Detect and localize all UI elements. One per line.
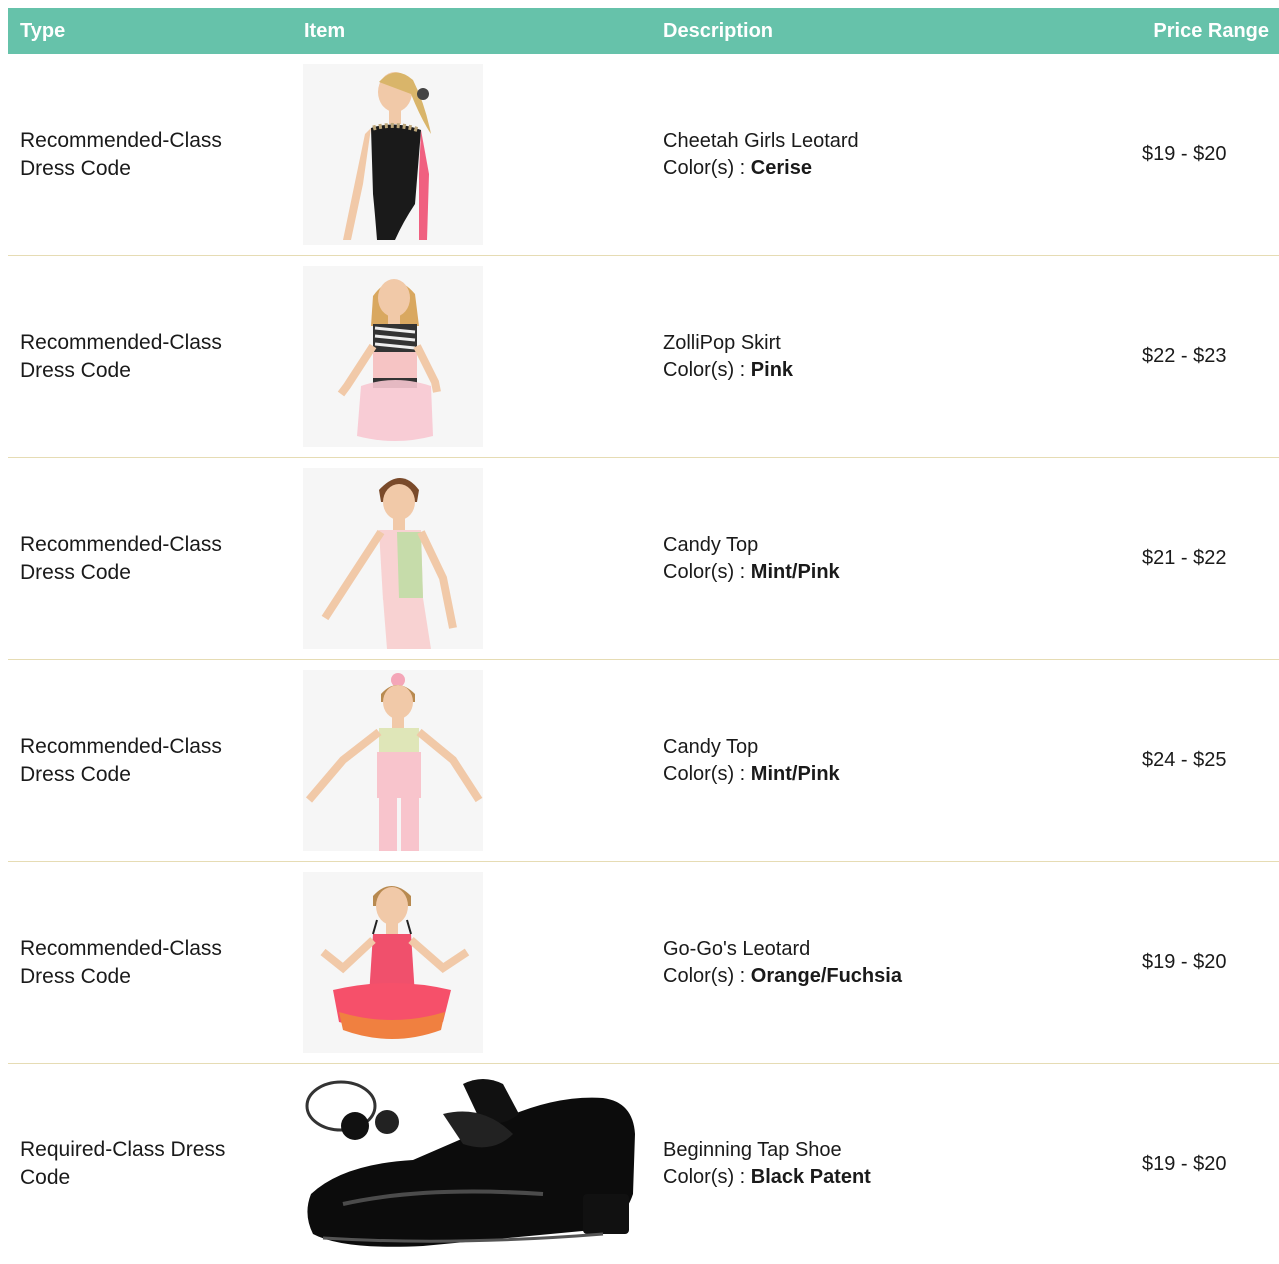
girl-mint-pink-pants-image[interactable] bbox=[303, 670, 483, 851]
girl-black-leotard-image[interactable] bbox=[303, 64, 483, 245]
color-value: Orange/Fuchsia bbox=[750, 964, 902, 987]
table-row: Recommended-Class Dress Code Candy Top C… bbox=[8, 660, 1279, 862]
type-cell: Recommended-Class Dress Code bbox=[20, 734, 222, 786]
color-value: Pink bbox=[750, 358, 794, 381]
header-type: Type bbox=[20, 20, 66, 42]
item-color: Color(s) : Mint/Pink bbox=[663, 762, 840, 785]
price-cell: $21 - $22 bbox=[1142, 547, 1227, 569]
header-description: Description bbox=[663, 20, 774, 42]
type-cell: Recommended-Class Dress Code bbox=[20, 936, 222, 988]
black-tap-shoe-image[interactable] bbox=[303, 1074, 645, 1254]
item-name: ZolliPop Skirt bbox=[663, 331, 781, 354]
description-cell: Candy Top Color(s) : Mint/Pink bbox=[663, 660, 1083, 861]
table-row: Recommended-Class Dress Code Candy Top C… bbox=[8, 458, 1279, 660]
header-item: Item bbox=[304, 20, 346, 42]
price-cell: $24 - $25 bbox=[1142, 749, 1227, 771]
item-color: Color(s) : Pink bbox=[663, 358, 794, 381]
header-price-range: Price Range bbox=[1153, 20, 1269, 42]
price-cell: $19 - $20 bbox=[1142, 951, 1227, 973]
girl-zebra-skirt-image[interactable] bbox=[303, 266, 483, 447]
dress-code-table: Type Item Description Price Range Recomm… bbox=[8, 8, 1279, 1264]
table-row: Recommended-Class Dress Code ZolliPop Sk… bbox=[8, 256, 1279, 458]
description-cell: Go-Go's Leotard Color(s) : Orange/Fuchsi… bbox=[663, 862, 1083, 1063]
item-color: Color(s) : Mint/Pink bbox=[663, 560, 840, 583]
table-row: Recommended-Class Dress Code Go-Go's Leo… bbox=[8, 862, 1279, 1064]
item-color: Color(s) : Orange/Fuchsia bbox=[663, 964, 902, 987]
type-cell: Recommended-Class Dress Code bbox=[20, 330, 222, 382]
girl-pink-tutu-image[interactable] bbox=[303, 872, 483, 1053]
type-cell: Required-Class Dress Code bbox=[20, 1138, 226, 1189]
description-cell: Cheetah Girls Leotard Color(s) : Cerise bbox=[663, 54, 1083, 255]
table-header: Type Item Description Price Range bbox=[8, 8, 1279, 54]
type-cell: Recommended-Class Dress Code bbox=[20, 128, 222, 180]
type-cell: Recommended-Class Dress Code bbox=[20, 532, 222, 584]
item-color: Color(s) : Cerise bbox=[663, 156, 812, 179]
table-row: Required-Class Dress Code Beginning Tap … bbox=[8, 1064, 1279, 1264]
color-value: Mint/Pink bbox=[750, 762, 840, 785]
price-cell: $19 - $20 bbox=[1142, 143, 1227, 165]
item-name: Cheetah Girls Leotard bbox=[663, 129, 859, 152]
color-value: Mint/Pink bbox=[750, 560, 840, 583]
item-name: Beginning Tap Shoe bbox=[663, 1139, 842, 1161]
color-value: Black Patent bbox=[750, 1166, 871, 1188]
description-cell: Beginning Tap Shoe Color(s) : Black Pate… bbox=[663, 1064, 1083, 1264]
item-name: Candy Top bbox=[663, 533, 759, 556]
description-cell: Candy Top Color(s) : Mint/Pink bbox=[663, 458, 1083, 659]
girl-mint-top-image[interactable] bbox=[303, 468, 483, 649]
item-name: Go-Go's Leotard bbox=[663, 937, 811, 960]
item-color: Color(s) : Black Patent bbox=[663, 1166, 871, 1188]
item-name: Candy Top bbox=[663, 735, 759, 758]
price-cell: $19 - $20 bbox=[1142, 1152, 1227, 1175]
color-value: Cerise bbox=[750, 156, 812, 179]
price-cell: $22 - $23 bbox=[1142, 345, 1227, 367]
table-row: Recommended-Class Dress Code Cheetah Gir… bbox=[8, 54, 1279, 256]
description-cell: ZolliPop Skirt Color(s) : Pink bbox=[663, 256, 1083, 457]
